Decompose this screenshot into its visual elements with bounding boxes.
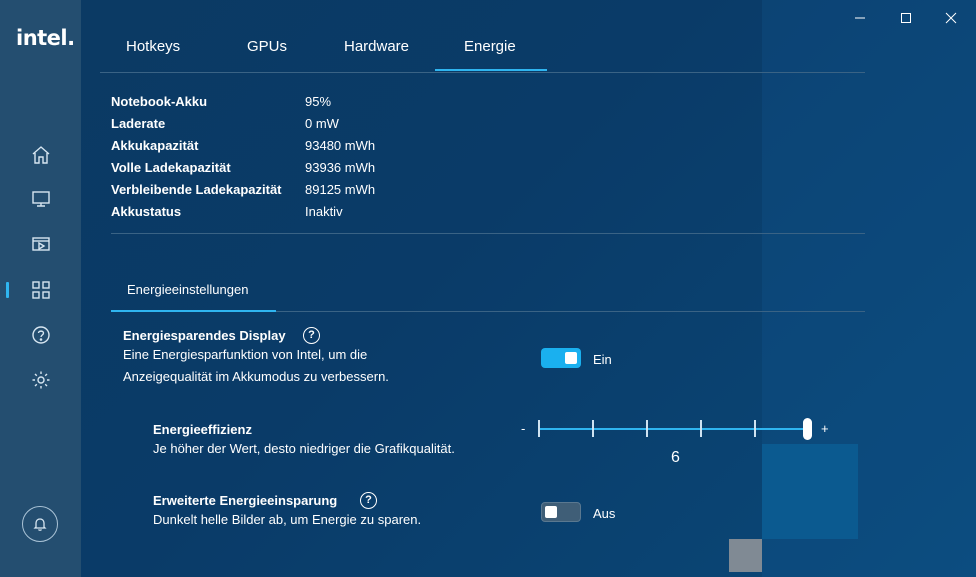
minimize-button[interactable]	[849, 7, 871, 29]
extended-saving-desc: Dunkelt helle Bilder ab, um Energie zu s…	[153, 512, 422, 527]
info-value: 93936 mWh	[305, 160, 376, 175]
active-tab-indicator	[435, 69, 547, 71]
info-label: Akkukapazität	[111, 138, 199, 153]
slider-tick	[700, 420, 702, 437]
toggle-state-label: Aus	[593, 506, 616, 521]
slider-min-label: -	[521, 421, 526, 436]
tab-bar: Hotkeys GPUs Hardware Energie	[100, 28, 865, 73]
toggle-state-label: Ein	[593, 352, 612, 367]
settings-icon[interactable]	[30, 369, 52, 391]
minimize-icon	[855, 17, 865, 19]
bell-icon	[33, 518, 47, 531]
background-panel	[762, 444, 858, 539]
background-panel	[729, 539, 762, 572]
help-icon[interactable]	[30, 324, 52, 346]
tab-energieeinstellungen[interactable]: Energieeinstellungen	[127, 282, 248, 297]
energy-display-desc: Eine Energiesparfunktion von Intel, um d…	[123, 347, 368, 362]
efficiency-value: 6	[671, 449, 680, 466]
help-icon[interactable]: ?	[360, 492, 377, 509]
video-icon[interactable]	[30, 233, 52, 255]
efficiency-title: Energieeffizienz	[153, 422, 252, 437]
energy-display-title: Energiesparendes Display	[123, 328, 286, 343]
active-section-indicator	[111, 310, 276, 312]
close-icon	[945, 12, 957, 24]
info-label: Laderate	[111, 116, 166, 131]
info-value: 0 mW	[305, 116, 339, 131]
energy-display-toggle[interactable]	[541, 348, 581, 368]
sidebar: intel.	[0, 0, 81, 577]
info-label: Verbleibende Ladekapazität	[111, 182, 282, 197]
maximize-icon	[901, 13, 911, 23]
tab-energie[interactable]: Energie	[464, 38, 516, 55]
notifications-button[interactable]	[22, 506, 58, 542]
slider-tick	[592, 420, 594, 437]
toggle-knob	[565, 352, 577, 364]
info-value: 89125 mWh	[305, 182, 376, 197]
info-value: 93480 mWh	[305, 138, 376, 153]
slider-tick	[646, 420, 648, 437]
efficiency-slider-track[interactable]	[539, 428, 808, 430]
tab-hardware[interactable]: Hardware	[344, 38, 409, 55]
slider-max-label: +	[821, 421, 829, 436]
info-label: Notebook-Akku	[111, 94, 208, 109]
info-value: 95%	[305, 94, 332, 109]
toggle-knob	[545, 506, 557, 518]
slider-tick	[754, 420, 756, 437]
extended-saving-toggle[interactable]	[541, 502, 581, 522]
divider	[111, 233, 865, 234]
close-button[interactable]	[940, 7, 962, 29]
maximize-button[interactable]	[895, 7, 917, 29]
info-label: Volle Ladekapazität	[111, 160, 231, 175]
apps-icon[interactable]	[30, 279, 52, 301]
efficiency-slider-thumb[interactable]	[803, 418, 812, 440]
info-value: Inaktiv	[305, 204, 343, 219]
display-icon[interactable]	[30, 188, 52, 210]
help-icon[interactable]: ?	[303, 327, 320, 344]
info-label: Akkustatus	[111, 204, 182, 219]
tab-hotkeys[interactable]: Hotkeys	[126, 38, 180, 55]
energy-display-desc: Anzeigequalität im Akkumodus zu verbesse…	[123, 369, 389, 384]
tab-gpus[interactable]: GPUs	[247, 38, 287, 55]
extended-saving-title: Erweiterte Energieeinsparung	[153, 493, 338, 508]
slider-tick	[538, 420, 540, 437]
active-nav-indicator	[6, 282, 9, 298]
efficiency-desc: Je höher der Wert, desto niedriger die G…	[153, 441, 455, 456]
intel-logo: intel.	[16, 26, 75, 50]
home-icon[interactable]	[30, 144, 52, 166]
